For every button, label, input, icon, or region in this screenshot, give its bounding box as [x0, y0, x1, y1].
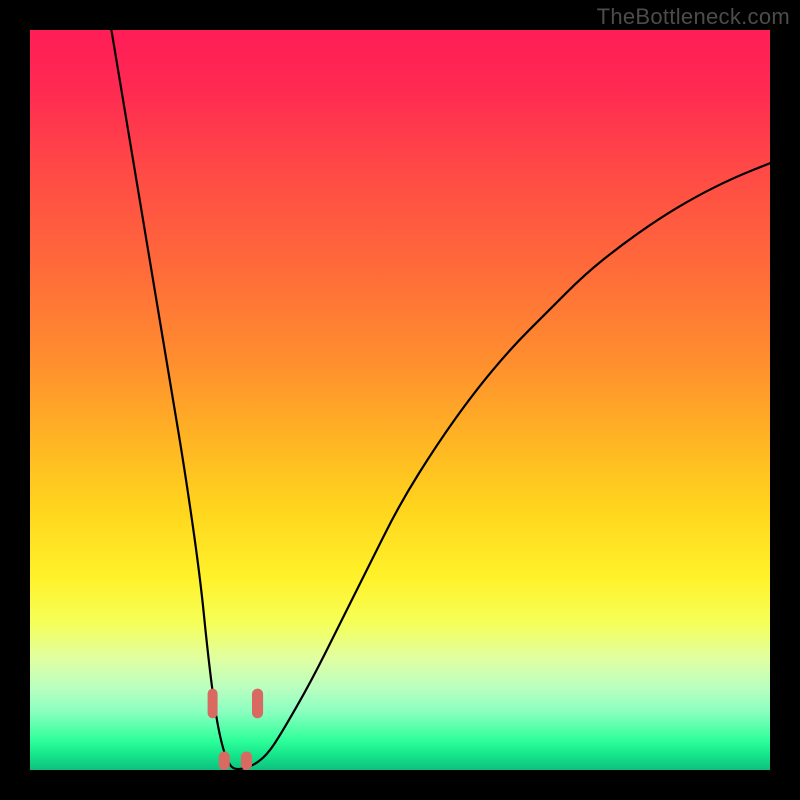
chart-frame: TheBottleneck.com: [0, 0, 800, 800]
curve-marker: [208, 689, 218, 719]
marker-group: [208, 689, 264, 770]
curve-marker: [241, 752, 252, 771]
bottleneck-curve-path: [111, 30, 770, 769]
curve-svg: [30, 30, 770, 770]
watermark-text: TheBottleneck.com: [597, 4, 790, 30]
curve-marker: [219, 752, 230, 771]
curve-marker: [252, 689, 263, 719]
plot-area: [30, 30, 770, 770]
